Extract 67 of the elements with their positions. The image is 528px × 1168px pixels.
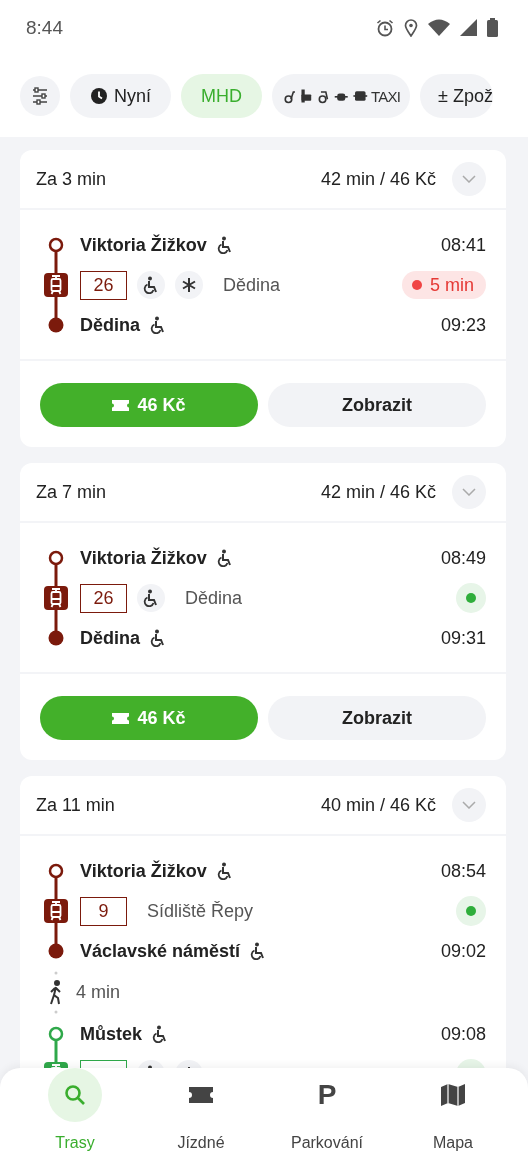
nav-tab[interactable]: P Parkování — [264, 1068, 390, 1168]
wifi-icon — [428, 19, 450, 36]
filter-settings-button[interactable] — [20, 76, 60, 116]
wheelchair-icon — [216, 862, 233, 880]
show-details-button[interactable]: Zobrazit — [268, 383, 486, 427]
wheelchair-icon — [150, 316, 166, 334]
stop-time: 09:02 — [440, 940, 486, 962]
expand-button[interactable] — [452, 788, 486, 822]
chevron-down-icon — [462, 801, 476, 809]
stop-name: Můstek — [80, 1023, 142, 1045]
battery-icon — [487, 18, 498, 37]
status-time: 8:44 — [26, 16, 64, 39]
snowflake-icon — [182, 278, 196, 292]
stop-name: Viktoria Žižkov — [80, 860, 207, 882]
line-direction: Dědina — [223, 274, 281, 296]
expand-button[interactable] — [452, 475, 486, 509]
stop-time: 08:54 — [440, 860, 486, 882]
stop-name: Dědina — [80, 627, 140, 649]
sliders-icon — [30, 87, 50, 105]
wheelchair-icon — [216, 236, 233, 254]
transport-modes-chip[interactable]: TAXI — [272, 74, 411, 118]
clock-icon — [90, 87, 108, 105]
delay-badge: 5 min — [402, 271, 486, 299]
walk-duration: 4 min — [76, 982, 121, 1003]
alarm-icon — [376, 18, 394, 37]
wheelchair-icon — [143, 589, 159, 607]
wheelchair-icon — [150, 629, 166, 647]
stop-time: 09:23 — [440, 314, 486, 336]
wheelchair-icon — [143, 276, 159, 294]
wheelchair-icon — [152, 1025, 168, 1043]
stop-time: 08:49 — [440, 547, 486, 569]
line-number: 26 — [80, 270, 127, 300]
location-icon — [404, 18, 418, 37]
departure-time: Za 7 min — [36, 481, 108, 503]
stop-time: 09:08 — [440, 1023, 486, 1045]
stop-name: Dědina — [80, 314, 140, 336]
ticket-icon — [112, 712, 130, 724]
stop-time: 08:41 — [440, 234, 486, 256]
line-number: 26 — [80, 583, 127, 613]
ticket-icon — [189, 1087, 213, 1103]
departure-time: Za 3 min — [36, 168, 108, 190]
line-direction: Sídliště Řepy — [147, 900, 254, 922]
chevron-down-icon — [462, 175, 476, 183]
stop-name: Václavské náměstí — [80, 940, 241, 962]
parking-icon: P — [317, 1079, 337, 1111]
expand-button[interactable] — [452, 162, 486, 196]
stop-name: Viktoria Žižkov — [80, 547, 207, 569]
filter-chip[interactable]: ± Zpož — [420, 74, 493, 118]
search-icon — [64, 1084, 86, 1106]
map-icon — [441, 1084, 465, 1106]
stop-name: Viktoria Žižkov — [80, 234, 207, 256]
duration-price: 40 min / 46 Kč — [320, 794, 436, 816]
line-number: 9 — [80, 896, 127, 926]
duration-price: 42 min / 46 Kč — [320, 168, 436, 190]
nav-tab[interactable]: Jízdné — [138, 1068, 264, 1168]
ticket-icon — [112, 399, 130, 411]
signal-icon — [460, 19, 477, 36]
show-details-button[interactable]: Zobrazit — [268, 696, 486, 740]
duration-price: 42 min / 46 Kč — [320, 481, 436, 503]
line-direction: Dědina — [185, 587, 243, 609]
chevron-down-icon — [462, 488, 476, 496]
time-chip[interactable]: Nyní — [70, 74, 171, 118]
wheelchair-icon — [216, 549, 233, 567]
wheelchair-icon — [250, 942, 267, 960]
stop-time: 09:31 — [440, 627, 486, 649]
nav-tab[interactable]: Mapa — [390, 1068, 516, 1168]
departure-time: Za 11 min — [36, 794, 116, 816]
